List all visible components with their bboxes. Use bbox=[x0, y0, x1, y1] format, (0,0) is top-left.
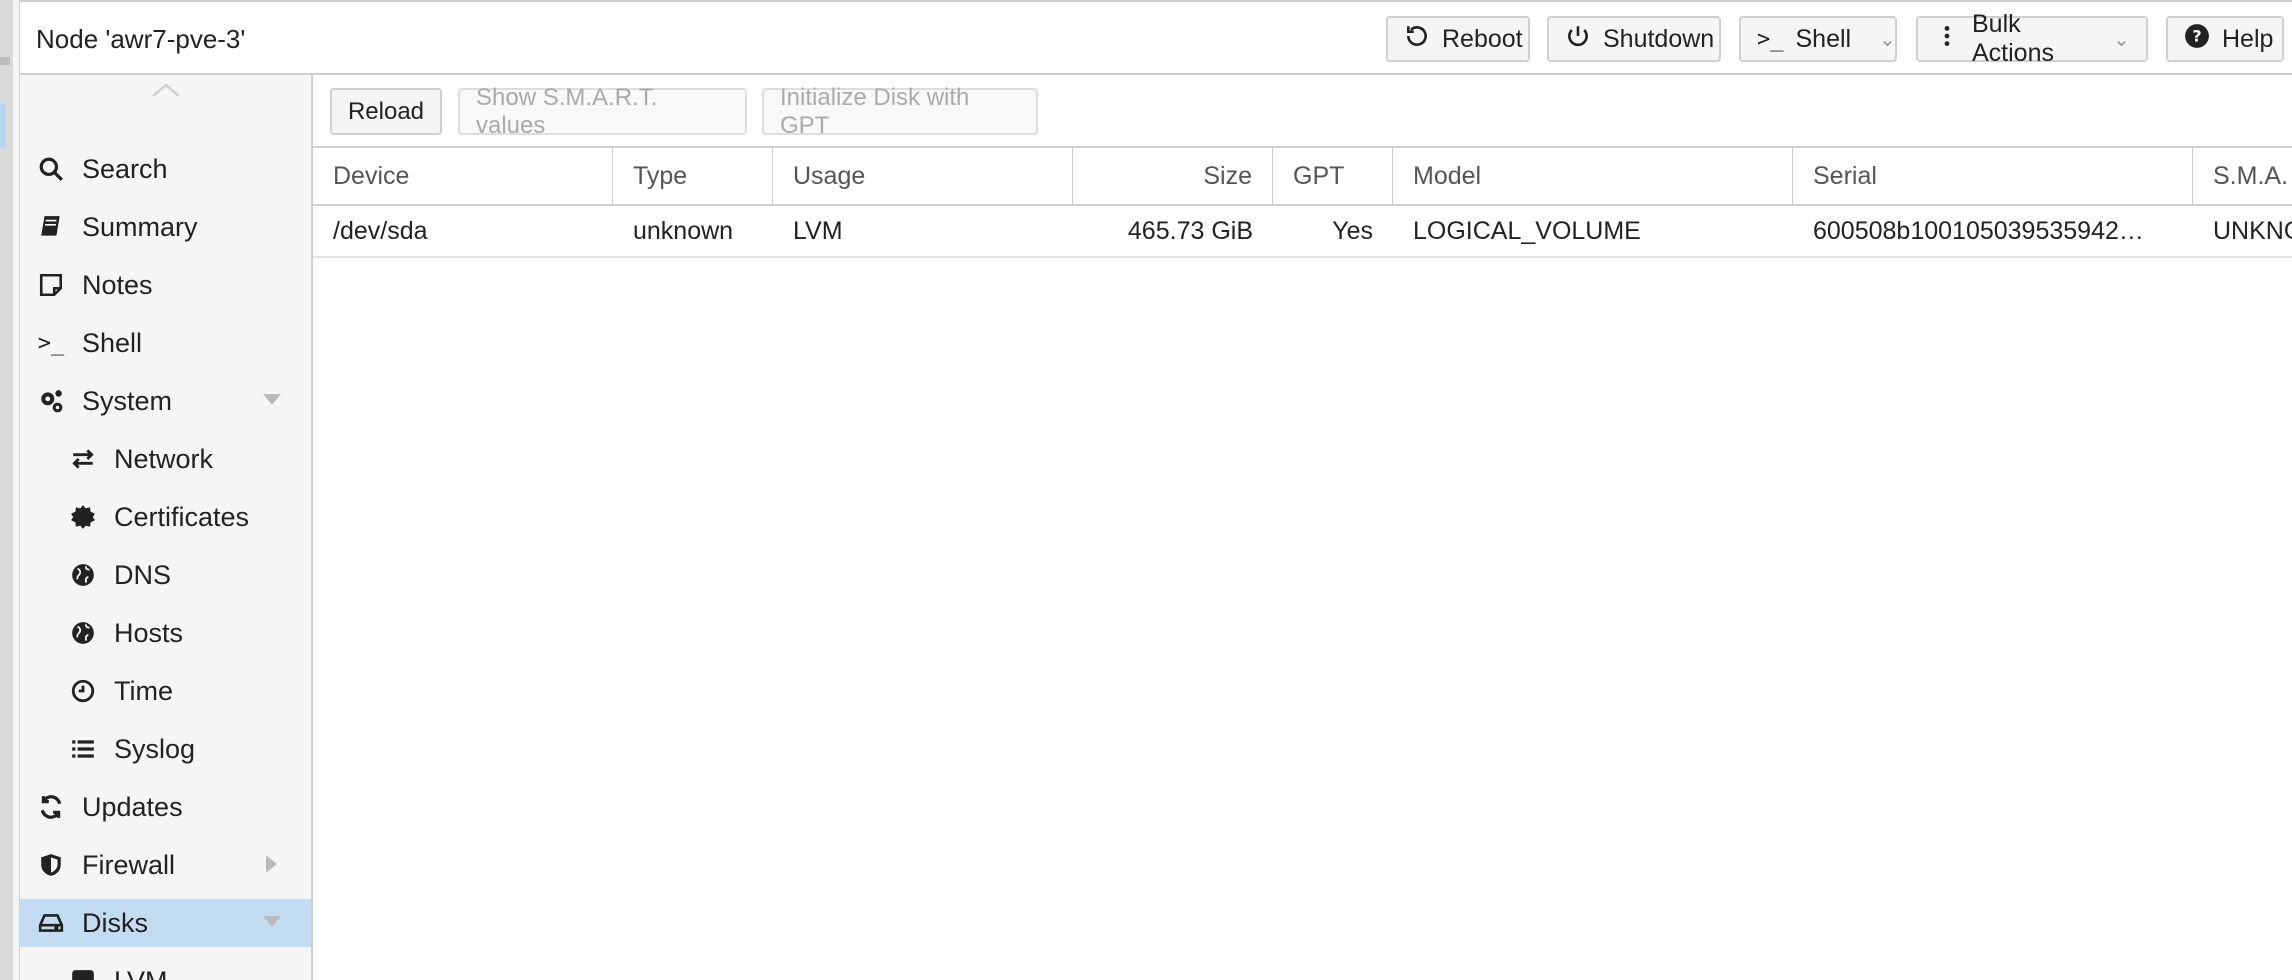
note-icon bbox=[36, 270, 66, 300]
sidebar-item-label: Disks bbox=[82, 907, 148, 938]
cell-type: unknown bbox=[633, 216, 734, 245]
disks-panel: Reload Show S.M.A.R.T. values Initialize… bbox=[313, 75, 2292, 980]
table-row[interactable]: /dev/sda unknown LVM 465.73 GiB Yes LOGI… bbox=[313, 206, 2292, 258]
sidebar-item-label: Certificates bbox=[114, 501, 250, 532]
sidebar-item-label: Shell bbox=[82, 327, 143, 358]
sidebar-item-hosts[interactable]: Hosts bbox=[20, 609, 311, 657]
globe-icon bbox=[68, 618, 98, 648]
node-sidebar: Search Summary Notes >_ Shell System Net… bbox=[20, 75, 313, 980]
sidebar-item-label: Hosts bbox=[114, 617, 184, 648]
cell-device: /dev/sda bbox=[333, 216, 428, 245]
power-icon bbox=[1565, 23, 1591, 56]
sidebar-item-syslog[interactable]: Syslog bbox=[20, 725, 311, 773]
book-icon bbox=[36, 212, 66, 242]
resource-tree-edge bbox=[0, 0, 20, 980]
sidebar-item-search[interactable]: Search bbox=[20, 145, 311, 193]
sidebar-item-time[interactable]: Time bbox=[20, 667, 311, 715]
help-button[interactable]: ? Help bbox=[2166, 16, 2284, 62]
sidebar-item-label: LVM bbox=[114, 966, 168, 980]
shutdown-button[interactable]: Shutdown bbox=[1547, 16, 1721, 62]
column-header-type[interactable]: Type bbox=[613, 148, 773, 204]
cell-model: LOGICAL_VOLUME bbox=[1413, 216, 1641, 245]
node-header: Node 'awr7-pve-3' Reboot Shutdown >_ She… bbox=[20, 0, 2292, 75]
cell-usage: LVM bbox=[793, 216, 843, 245]
sidebar-item-certificates[interactable]: Certificates bbox=[20, 493, 311, 541]
chevron-up-icon[interactable] bbox=[20, 75, 311, 105]
certificate-icon bbox=[68, 502, 98, 532]
clock-icon bbox=[68, 676, 98, 706]
globe-icon bbox=[68, 560, 98, 590]
sidebar-item-label: Time bbox=[114, 675, 173, 706]
column-header-size[interactable]: Size bbox=[1073, 148, 1273, 204]
refresh-icon bbox=[36, 792, 66, 822]
sidebar-item-label: Network bbox=[114, 443, 214, 474]
cell-smart: UNKNOWN bbox=[2213, 216, 2292, 245]
undo-icon bbox=[1404, 23, 1430, 56]
tree-selection-marker bbox=[0, 104, 6, 148]
sidebar-item-label: System bbox=[82, 385, 173, 416]
sidebar-item-shell[interactable]: >_ Shell bbox=[20, 319, 311, 367]
expand-collapse-icon[interactable] bbox=[266, 855, 277, 873]
vertical-ellipsis-icon bbox=[1934, 23, 1960, 56]
sidebar-item-label: DNS bbox=[114, 559, 172, 590]
expand-collapse-icon[interactable] bbox=[263, 916, 281, 927]
cell-size: 465.73 GiB bbox=[1127, 216, 1253, 245]
column-header-device[interactable]: Device bbox=[313, 148, 613, 204]
sidebar-item-network[interactable]: Network bbox=[20, 435, 311, 483]
svg-text:?: ? bbox=[2192, 26, 2201, 45]
hdd-icon bbox=[36, 908, 66, 938]
search-icon bbox=[36, 154, 66, 184]
sidebar-item-firewall[interactable]: Firewall bbox=[20, 841, 311, 889]
column-header-model[interactable]: Model bbox=[1393, 148, 1793, 204]
terminal-icon: >_ bbox=[37, 330, 65, 356]
sidebar-item-label: Syslog bbox=[114, 733, 196, 764]
bulk-actions-button[interactable]: Bulk Actions ⌄ bbox=[1916, 10, 2148, 67]
sidebar-item-label: Updates bbox=[82, 791, 183, 822]
initialize-gpt-button[interactable]: Initialize Disk with GPT bbox=[762, 84, 1038, 139]
tree-marker bbox=[0, 57, 10, 65]
shell-label: Shell bbox=[1795, 24, 1852, 53]
cell-gpt: Yes bbox=[1332, 216, 1373, 245]
show-smart-button[interactable]: Show S.M.A.R.T. values bbox=[458, 84, 747, 139]
sidebar-item-system[interactable]: System bbox=[20, 377, 311, 425]
panel-toolbar: Reload Show S.M.A.R.T. values Initialize… bbox=[313, 75, 2292, 148]
sidebar-item-summary[interactable]: Summary bbox=[20, 203, 311, 251]
terminal-icon: >_ bbox=[1757, 26, 1784, 52]
sidebar-item-disks[interactable]: Disks bbox=[20, 899, 311, 947]
reload-button[interactable]: Reload bbox=[330, 88, 442, 135]
list-icon bbox=[68, 734, 98, 764]
shutdown-label: Shutdown bbox=[1603, 24, 1715, 53]
sidebar-item-label: Summary bbox=[82, 211, 198, 242]
square-icon bbox=[68, 966, 98, 980]
column-header-smart[interactable]: S.M.A. bbox=[2193, 148, 2292, 204]
reboot-button[interactable]: Reboot bbox=[1386, 16, 1530, 62]
cell-serial: 600508b100105039535942… bbox=[1813, 216, 2144, 245]
shell-split-button[interactable]: >_ Shell ⌄ bbox=[1739, 16, 1897, 62]
sidebar-item-dns[interactable]: DNS bbox=[20, 551, 311, 599]
page-title: Node 'awr7-pve-3' bbox=[36, 24, 246, 54]
gears-icon bbox=[36, 386, 66, 416]
expand-collapse-icon[interactable] bbox=[263, 394, 281, 405]
exchange-icon bbox=[68, 444, 98, 474]
reboot-label: Reboot bbox=[1442, 24, 1523, 53]
shield-icon bbox=[36, 850, 66, 880]
column-header-usage[interactable]: Usage bbox=[773, 148, 1073, 204]
bulk-actions-label: Bulk Actions bbox=[1972, 10, 2054, 67]
column-header-gpt[interactable]: GPT bbox=[1273, 148, 1393, 204]
chevron-down-icon[interactable]: ⌄ bbox=[1879, 27, 1896, 52]
sidebar-item-label: Firewall bbox=[82, 849, 176, 880]
chevron-down-icon: ⌄ bbox=[2113, 28, 2130, 51]
sidebar-item-updates[interactable]: Updates bbox=[20, 783, 311, 831]
column-header-serial[interactable]: Serial bbox=[1793, 148, 2193, 204]
sidebar-item-label: Notes bbox=[82, 269, 153, 300]
sidebar-item-lvm[interactable]: LVM bbox=[20, 957, 311, 980]
sidebar-item-label: Search bbox=[82, 153, 168, 184]
question-circle-icon: ? bbox=[2184, 23, 2210, 56]
sidebar-item-notes[interactable]: Notes bbox=[20, 261, 311, 309]
help-label: Help bbox=[2222, 24, 2274, 53]
disk-grid: Device Type Usage Size GPT Model Serial … bbox=[313, 148, 2292, 258]
grid-header: Device Type Usage Size GPT Model Serial … bbox=[313, 148, 2292, 206]
